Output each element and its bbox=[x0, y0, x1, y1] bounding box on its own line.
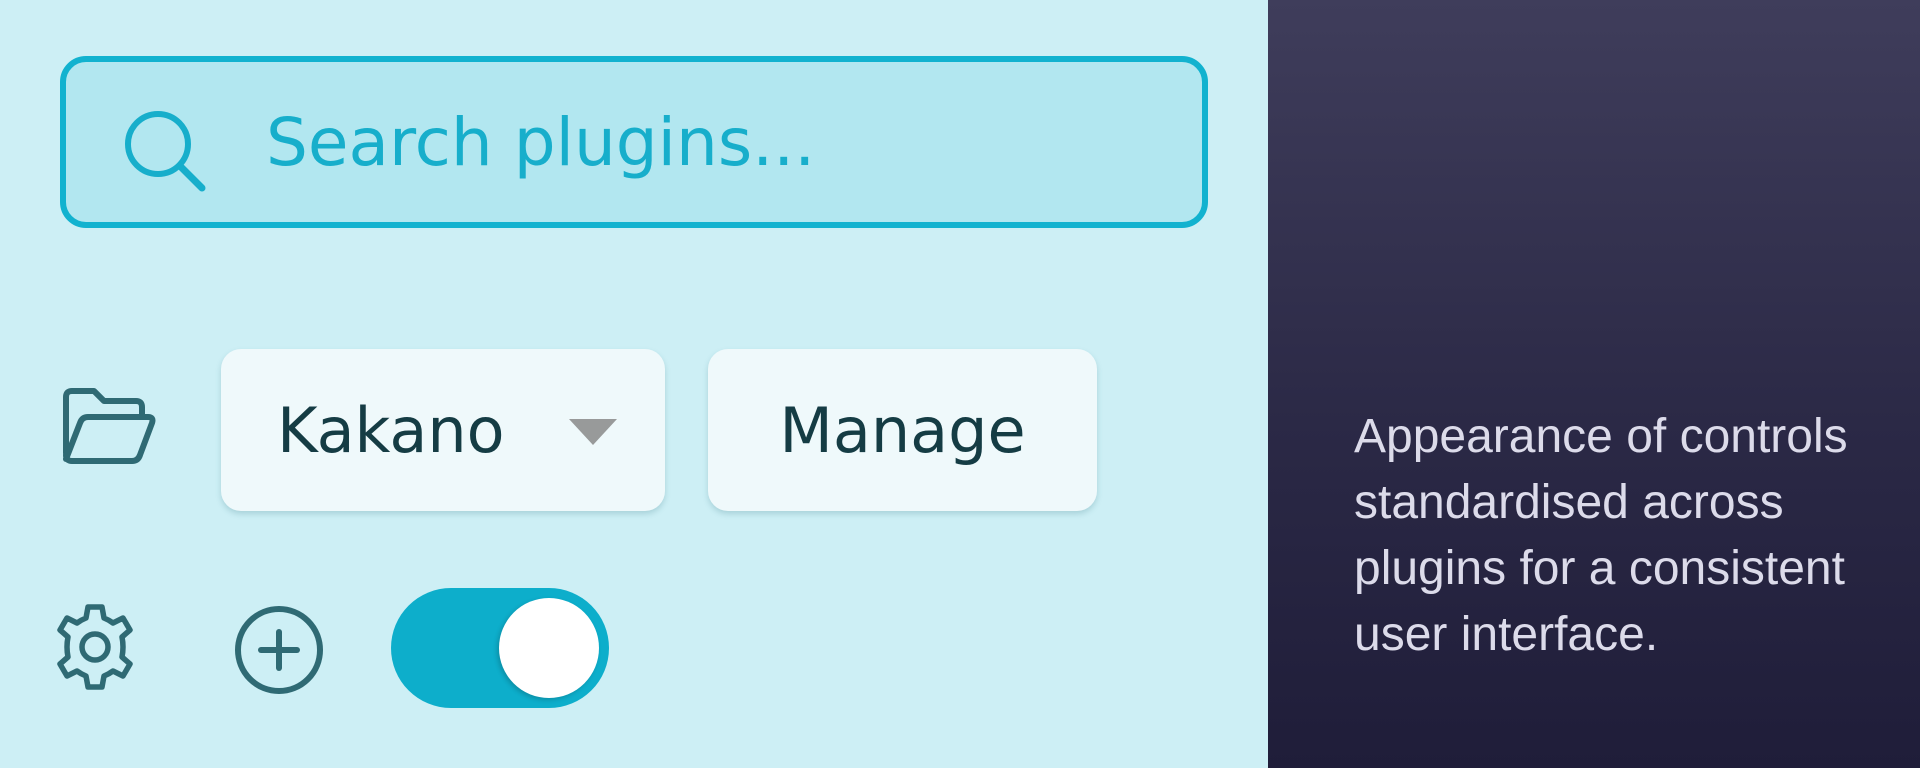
description-text: Appearance of controls standardised acro… bbox=[1354, 410, 1848, 661]
plugin-dropdown-value: Kakano bbox=[277, 393, 505, 467]
toggle-knob bbox=[499, 598, 599, 698]
search-box[interactable] bbox=[60, 56, 1208, 228]
plugin-dropdown[interactable]: Kakano bbox=[221, 349, 665, 511]
plus-circle-icon[interactable] bbox=[233, 604, 325, 696]
enable-toggle[interactable] bbox=[391, 588, 609, 708]
controls-panel: Kakano Manage bbox=[0, 0, 1268, 768]
search-input[interactable] bbox=[266, 92, 1166, 192]
manage-button[interactable]: Manage bbox=[708, 349, 1097, 511]
manage-button-label: Manage bbox=[779, 393, 1026, 467]
folder-open-icon[interactable] bbox=[58, 383, 158, 473]
search-icon bbox=[125, 111, 206, 192]
caret-down-icon bbox=[569, 419, 617, 445]
gear-icon[interactable] bbox=[50, 602, 140, 692]
